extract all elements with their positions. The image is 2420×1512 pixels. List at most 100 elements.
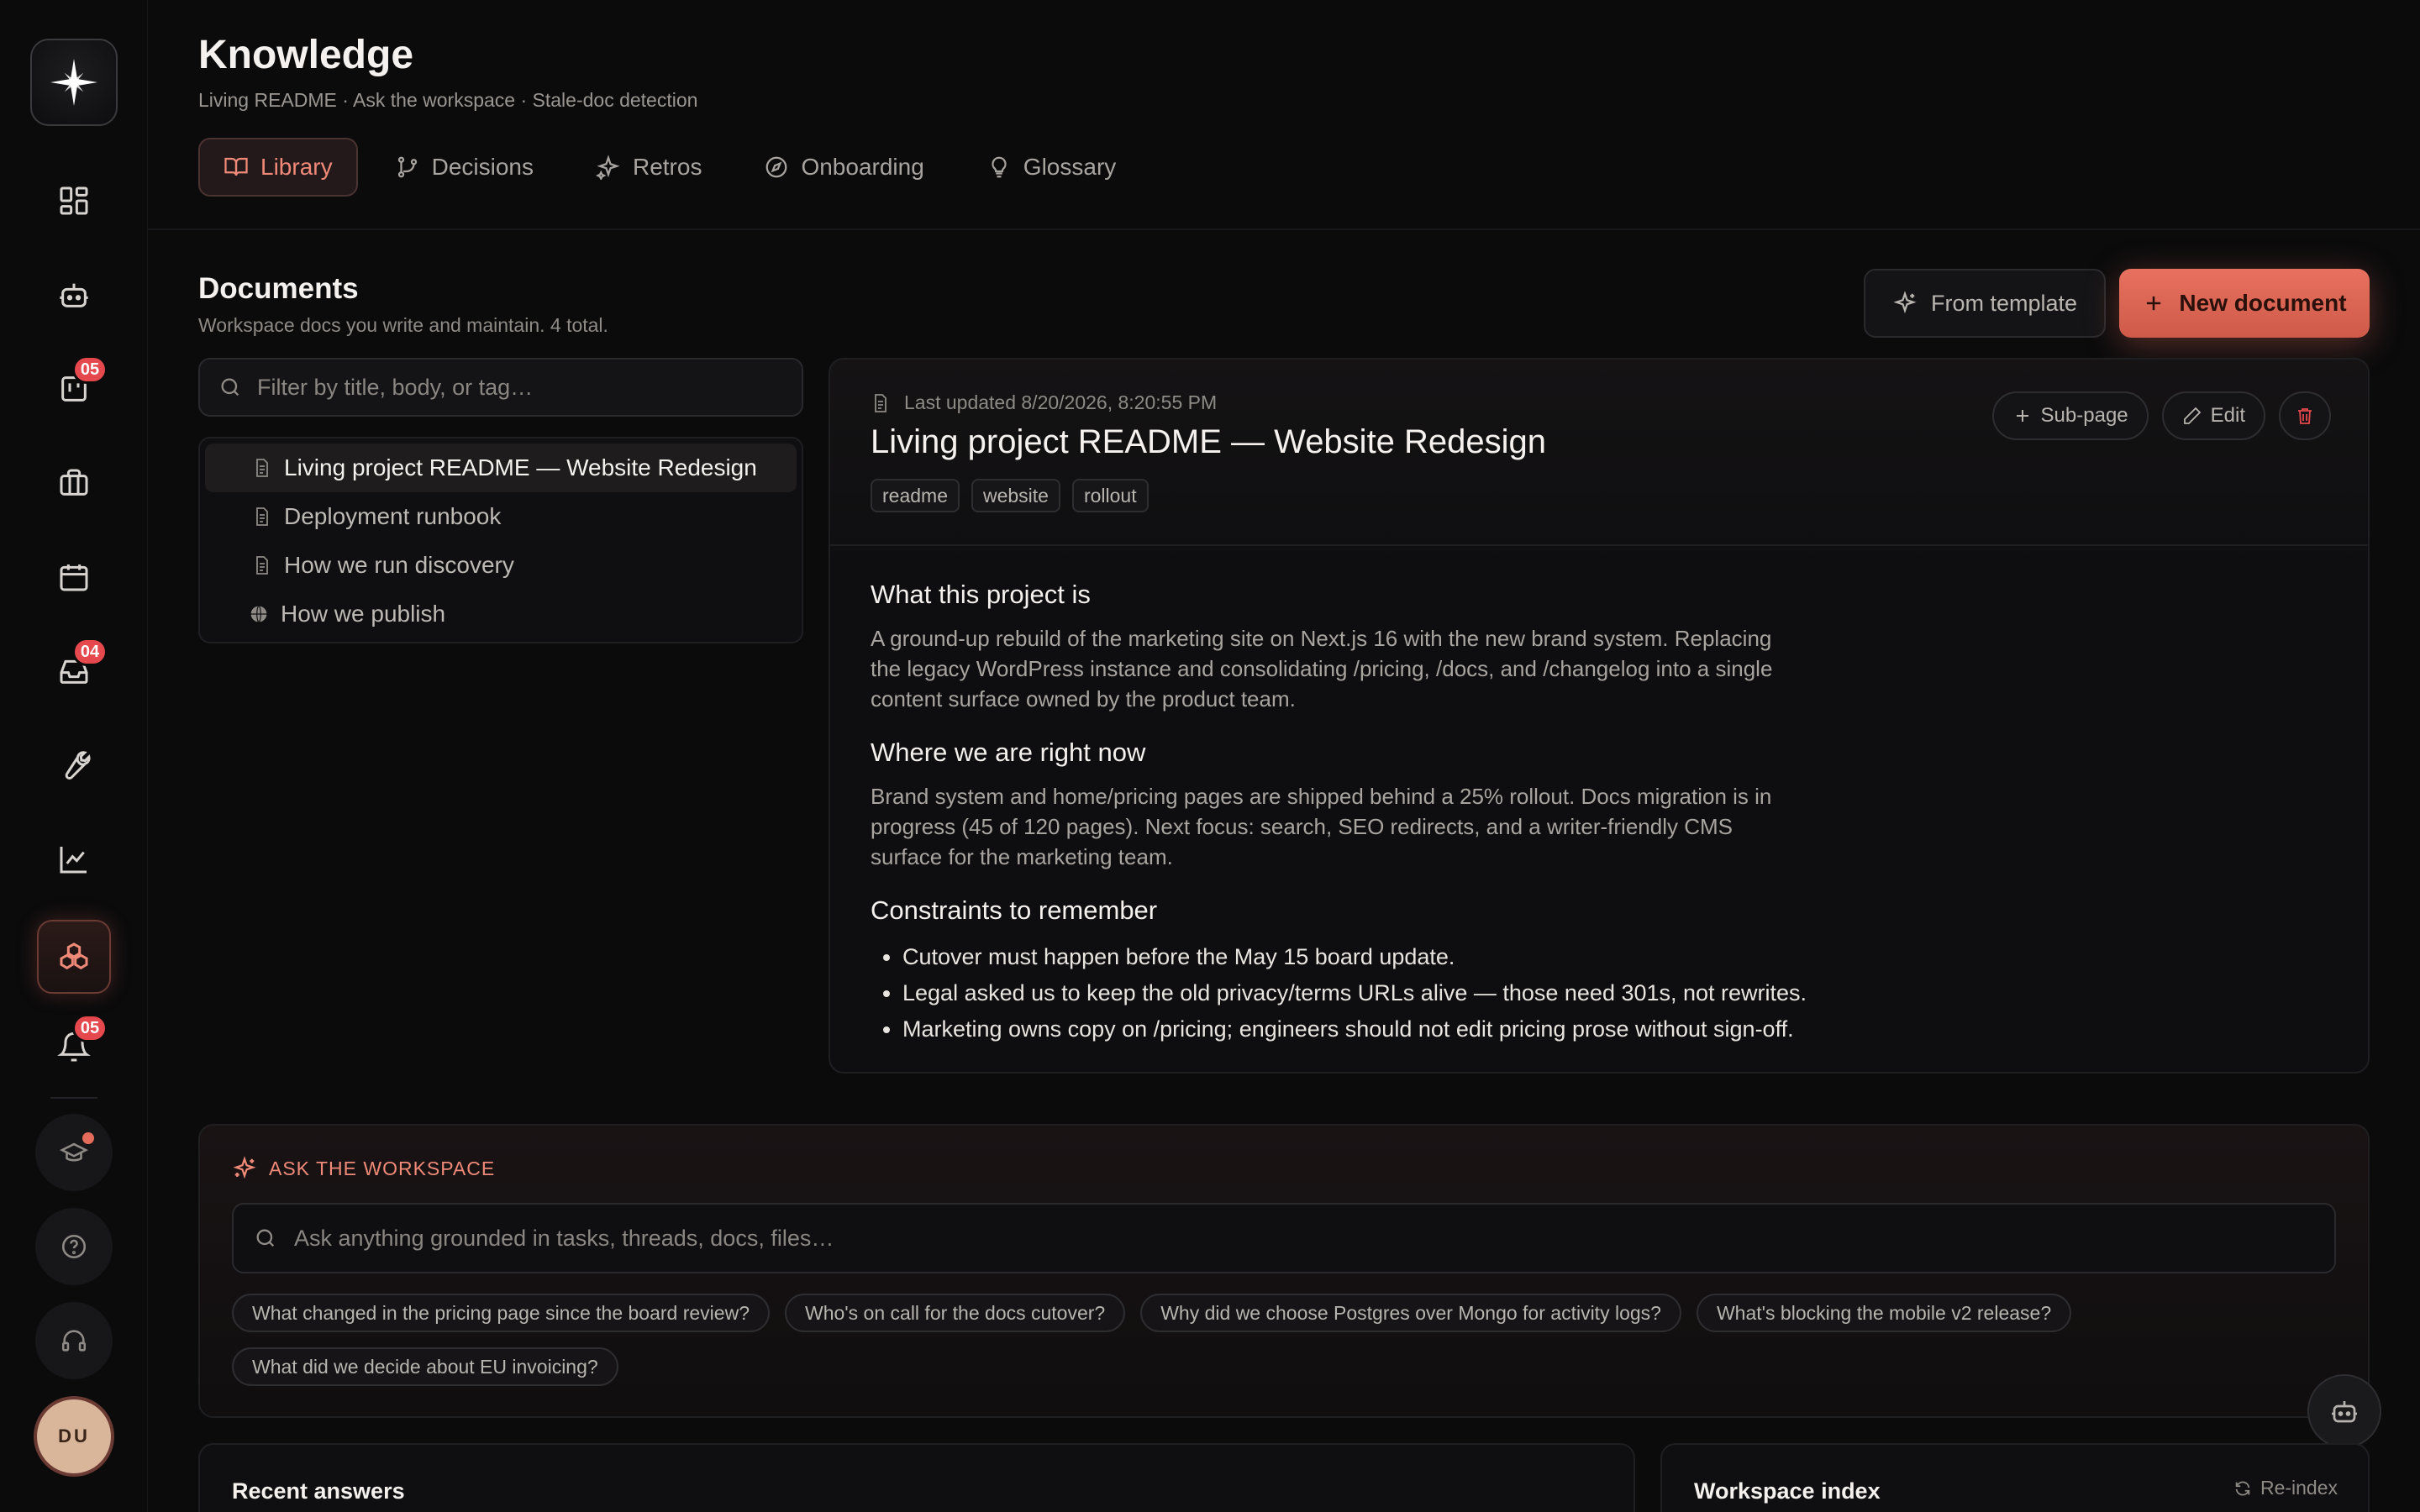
dashboard-icon: [60, 186, 88, 215]
nav-inbox[interactable]: 04: [37, 634, 111, 708]
tab-retros[interactable]: Retros: [571, 138, 727, 197]
nav-analytics[interactable]: [37, 822, 111, 896]
document-body: What this project is A ground-up rebuild…: [871, 580, 1845, 1047]
documents-subtitle: Workspace docs you write and maintain. 4…: [198, 314, 608, 336]
section-heading: Where we are right now: [871, 738, 1146, 767]
tab-glossary[interactable]: Glossary: [961, 138, 1141, 197]
workspace-index-title: Workspace index: [1694, 1478, 1881, 1504]
constraint-item: Legal asked us to keep the old privacy/t…: [902, 975, 1845, 1011]
page-subtitle: Living README · Ask the workspace · Stal…: [198, 89, 698, 111]
from-template-label: From template: [1930, 290, 2078, 316]
nav-portfolio[interactable]: [37, 446, 111, 520]
ask-workspace-label: ASK THE WORKSPACE: [269, 1157, 496, 1179]
nav-knowledge[interactable]: [37, 920, 111, 994]
section-body: Brand system and home/pricing pages are …: [871, 784, 1772, 869]
sidebar: 05 04 05 DU: [0, 0, 148, 1512]
section-heading: What this project is: [871, 580, 1091, 609]
bot-icon: [60, 283, 88, 307]
constraint-item: Marketing owns copy on /pricing; enginee…: [902, 1011, 1845, 1047]
help-circle-icon: [61, 1234, 87, 1259]
sparkle-logo-icon: [50, 59, 97, 106]
sidebar-divider: [50, 1097, 97, 1099]
document-list-item-title: Living project README — Website Redesign: [284, 454, 757, 480]
document-list-item-title: Deployment runbook: [284, 503, 502, 529]
tab-retros-label: Retros: [632, 154, 702, 180]
help-button[interactable]: [35, 1208, 113, 1285]
app-logo[interactable]: [30, 39, 118, 126]
ask-workspace-panel: ASK THE WORKSPACE What changed in the pr…: [198, 1124, 2370, 1418]
pencil-icon: [2183, 407, 2201, 424]
document-title: Living project README — Website Redesign: [871, 423, 1547, 460]
assistant-fab[interactable]: [2307, 1374, 2381, 1448]
ask-input[interactable]: [294, 1225, 2311, 1252]
file-icon: [256, 556, 268, 575]
document-list-item[interactable]: Deployment runbook: [205, 492, 797, 541]
document-tags: readme website rollout: [871, 479, 1149, 512]
line-chart-icon: [60, 847, 87, 874]
nav-notifications[interactable]: 05: [37, 1011, 111, 1084]
user-avatar[interactable]: DU: [34, 1396, 114, 1477]
tab-onboarding-label: Onboarding: [801, 154, 924, 180]
learn-button[interactable]: [35, 1114, 113, 1191]
headphones-icon: [61, 1330, 87, 1352]
tag[interactable]: readme: [871, 479, 960, 512]
nav-agents[interactable]: [37, 258, 111, 332]
subpage-label: Sub-page: [2040, 404, 2128, 427]
subpage-button[interactable]: Sub-page: [1991, 391, 2149, 440]
workspace-index-card: Workspace index Re-index: [1660, 1443, 2370, 1512]
nav-tools[interactable]: [37, 728, 111, 802]
cubes-icon: [60, 942, 88, 970]
search-icon: [256, 1229, 275, 1247]
delete-button[interactable]: [2279, 391, 2331, 440]
document-list-item[interactable]: How we publish: [205, 590, 797, 638]
constraints-list: Cutover must happen before the May 15 bo…: [871, 939, 1845, 1047]
compass-icon: [766, 156, 787, 178]
edit-button[interactable]: Edit: [2161, 391, 2265, 440]
sparkles-icon: [1893, 291, 1917, 314]
nav-dashboard[interactable]: [37, 164, 111, 238]
section-heading: Constraints to remember: [871, 895, 1158, 925]
notifications-badge: 05: [72, 1014, 108, 1042]
document-list: Living project README — Website Redesign…: [198, 437, 803, 643]
nav-calendar[interactable]: [37, 540, 111, 614]
support-button[interactable]: [35, 1302, 113, 1379]
sparkles-icon: [233, 1156, 256, 1179]
book-open-icon: [224, 157, 248, 176]
new-document-button[interactable]: New document: [2119, 269, 2370, 338]
tab-library[interactable]: Library: [198, 138, 358, 197]
ask-workspace-heading: ASK THE WORKSPACE: [232, 1156, 495, 1181]
document-list-item[interactable]: How we run discovery: [205, 541, 797, 590]
trash-icon: [2298, 408, 2312, 424]
recent-answers-title: Recent answers: [232, 1478, 405, 1504]
tag[interactable]: rollout: [1071, 479, 1149, 512]
tag[interactable]: website: [971, 479, 1060, 512]
header-divider: [148, 228, 2420, 230]
suggestion-chip[interactable]: What's blocking the mobile v2 release?: [1696, 1294, 2072, 1332]
filter-input[interactable]: [257, 374, 778, 401]
ask-input-box: [232, 1203, 2336, 1273]
nav-projects[interactable]: 05: [37, 352, 111, 426]
sparkles-icon: [595, 155, 620, 180]
plus-icon: [2016, 410, 2028, 422]
reindex-button[interactable]: Re-index: [2233, 1477, 2338, 1499]
page-title: Knowledge: [198, 33, 414, 77]
recent-answers-card: Recent answers: [198, 1443, 1635, 1512]
tab-glossary-label: Glossary: [1023, 154, 1117, 180]
reindex-label: Re-index: [2260, 1477, 2338, 1499]
suggestion-chip[interactable]: What changed in the pricing page since t…: [232, 1294, 770, 1332]
inbox-badge: 04: [72, 638, 108, 666]
constraint-item: Cutover must happen before the May 15 bo…: [902, 939, 1845, 975]
plus-icon: [2147, 296, 2161, 311]
file-icon: [875, 393, 886, 412]
suggestion-chip[interactable]: What did we decide about EU invoicing?: [232, 1347, 618, 1386]
document-divider: [830, 544, 2368, 546]
tab-onboarding[interactable]: Onboarding: [739, 138, 949, 197]
projects-badge: 05: [72, 355, 108, 384]
briefcase-icon: [60, 469, 88, 496]
document-list-item[interactable]: Living project README — Website Redesign: [205, 444, 797, 492]
suggestion-chip[interactable]: Who's on call for the docs cutover?: [784, 1294, 1126, 1332]
tab-decisions[interactable]: Decisions: [370, 138, 559, 197]
from-template-button[interactable]: From template: [1864, 269, 2106, 338]
document-panel: Last updated 8/20/2026, 8:20:55 PM Livin…: [829, 358, 2370, 1074]
suggestion-chip[interactable]: Why did we choose Postgres over Mongo fo…: [1140, 1294, 1681, 1332]
